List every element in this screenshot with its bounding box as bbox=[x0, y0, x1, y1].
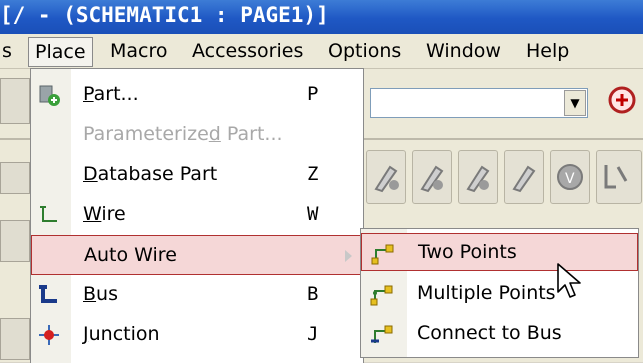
submenu-item-connect-to-bus[interactable]: Connect to Bus bbox=[361, 315, 638, 353]
part-icon bbox=[37, 83, 61, 107]
parameterized-part-mnemonic: d bbox=[208, 123, 221, 145]
bus-shortcut: B bbox=[307, 283, 319, 305]
add-probe-tool-icon[interactable] bbox=[366, 150, 406, 204]
wire-icon bbox=[37, 203, 61, 227]
menu-item-parameterized-part[interactable]: Parameterized Part... bbox=[31, 115, 363, 155]
menu-bar: s Place Macro Accessories Options Window… bbox=[0, 34, 643, 69]
current-probe-tool-icon[interactable] bbox=[412, 150, 452, 204]
junction-label: unction bbox=[88, 323, 160, 345]
voltage-marker-icon[interactable]: V bbox=[550, 150, 590, 204]
chevron-down-icon[interactable]: ▼ bbox=[564, 90, 586, 116]
power-probe-tool-icon[interactable] bbox=[458, 150, 498, 204]
wire-label: ire bbox=[101, 203, 126, 225]
bus-mnemonic: B bbox=[83, 283, 97, 305]
menu-item-accessories[interactable]: Accessories bbox=[186, 38, 309, 64]
auto-wire-label: Auto Wire bbox=[84, 244, 177, 266]
toolbar-left-panel bbox=[0, 220, 30, 262]
wire-mnemonic: W bbox=[83, 203, 102, 225]
bus-label: us bbox=[96, 283, 118, 305]
parameterized-part-label-pre: Parameterize bbox=[83, 123, 209, 145]
menu-item-help[interactable]: Help bbox=[520, 38, 575, 64]
zoom-in-icon[interactable] bbox=[606, 84, 640, 120]
menu-item-window[interactable]: Window bbox=[420, 38, 507, 64]
database-part-label: atabase Part bbox=[97, 163, 218, 185]
part-label: art... bbox=[93, 83, 139, 105]
toolbar-left-dropdown[interactable] bbox=[0, 162, 30, 194]
two-points-label: Two Points bbox=[418, 241, 517, 263]
database-part-mnemonic: D bbox=[83, 163, 98, 185]
current-marker-icon[interactable] bbox=[596, 150, 642, 204]
menu-item-junction[interactable]: Junction J bbox=[31, 315, 363, 355]
submenu-arrow-icon bbox=[345, 250, 352, 262]
multiple-points-label: Multiple Points bbox=[417, 282, 556, 304]
junction-icon bbox=[37, 323, 61, 347]
menu-item-bus[interactable]: Bus B bbox=[31, 275, 363, 315]
menu-item-wire[interactable]: Wire W bbox=[31, 195, 363, 235]
parameterized-part-label-rest: Part... bbox=[220, 123, 283, 145]
svg-text:V: V bbox=[565, 171, 575, 187]
place-menu: Part... P Parameterized Part... Database… bbox=[30, 68, 364, 363]
menu-item-partial[interactable]: s bbox=[0, 38, 18, 64]
part-mnemonic: P bbox=[83, 83, 94, 105]
toolbar-left-stub bbox=[0, 318, 30, 360]
auto-wire-submenu: Two Points Multiple Points Connect to Bu… bbox=[360, 228, 639, 358]
menu-item-auto-wire[interactable]: Auto Wire bbox=[31, 235, 363, 275]
window-title: [/ - (SCHEMATIC1 : PAGE1)] bbox=[0, 3, 329, 27]
submenu-item-multiple-points[interactable]: Multiple Points bbox=[361, 275, 638, 313]
connect-to-bus-label: Connect to Bus bbox=[417, 322, 562, 344]
menu-item-database-part[interactable]: Database Part Z bbox=[31, 155, 363, 195]
auto-wire-connect-bus-icon bbox=[369, 321, 395, 347]
junction-shortcut: J bbox=[307, 323, 319, 345]
menu-item-options[interactable]: Options bbox=[322, 38, 407, 64]
title-bar: [/ - (SCHEMATIC1 : PAGE1)] bbox=[0, 0, 643, 34]
probe-tool-icon[interactable] bbox=[504, 150, 544, 204]
toolbar-left-edge bbox=[0, 78, 30, 124]
menu-item-place[interactable]: Place bbox=[28, 37, 93, 67]
auto-wire-two-points-icon bbox=[370, 240, 396, 266]
submenu-item-two-points[interactable]: Two Points bbox=[361, 233, 638, 271]
toolbar-combo-box[interactable]: ▼ bbox=[370, 88, 588, 118]
wire-shortcut: W bbox=[307, 203, 319, 225]
database-part-shortcut: Z bbox=[307, 163, 319, 185]
menu-item-part[interactable]: Part... P bbox=[31, 75, 363, 115]
mouse-cursor-icon bbox=[556, 262, 582, 307]
part-shortcut: P bbox=[307, 83, 319, 105]
menu-item-macro[interactable]: Macro bbox=[104, 38, 174, 64]
bus-icon bbox=[37, 283, 61, 307]
auto-wire-multiple-points-icon bbox=[369, 281, 395, 307]
